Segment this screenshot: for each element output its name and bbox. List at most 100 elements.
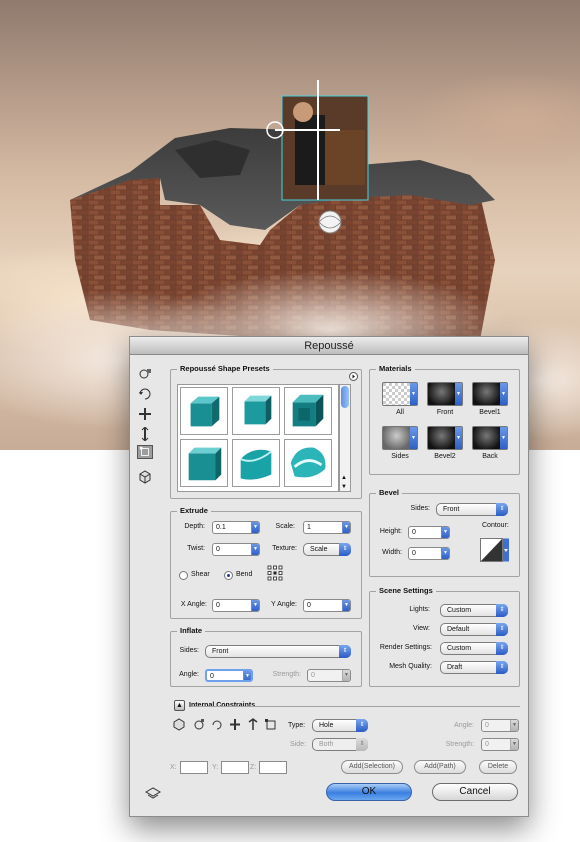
preset-twisted[interactable] bbox=[232, 439, 280, 487]
bevel-height-label: Height: bbox=[379, 528, 402, 535]
mesh-quality-label: Mesh Quality: bbox=[389, 663, 432, 670]
constraint-rotate-icon[interactable] bbox=[192, 718, 206, 731]
cancel-button[interactable]: Cancel bbox=[432, 783, 518, 801]
materials-panel: Materials ▼ All ▼ Front ▼ Bevel1 ▼ Sides… bbox=[369, 364, 520, 475]
preset-grid bbox=[177, 384, 339, 492]
preset-wave[interactable] bbox=[284, 439, 332, 487]
x-coord-label: X: bbox=[170, 764, 177, 771]
material-bevel2-swatch[interactable]: ▼ bbox=[427, 426, 463, 450]
constraint-side-label: Side: bbox=[290, 741, 306, 748]
material-front-swatch[interactable]: ▼ bbox=[427, 382, 463, 406]
roll-object-tool-icon[interactable] bbox=[137, 387, 153, 401]
delete-button[interactable]: Delete bbox=[479, 760, 517, 774]
preset-box-frame[interactable] bbox=[284, 387, 332, 435]
constraint-drag-icon[interactable] bbox=[228, 718, 242, 731]
circle-arrow-icon[interactable] bbox=[349, 372, 358, 381]
shear-radio[interactable] bbox=[179, 571, 188, 580]
depth-field[interactable]: 0.1 ▼ bbox=[212, 521, 260, 534]
z-coord-label: Z: bbox=[250, 764, 257, 771]
constraint-strength-field[interactable]: 0 ▼ bbox=[481, 738, 519, 751]
constraint-angle-field[interactable]: 0 ▼ bbox=[481, 719, 519, 732]
inflate-angle-field[interactable]: 0 ▼ bbox=[205, 669, 253, 682]
preset-cube[interactable] bbox=[180, 387, 228, 435]
scale-object-tool-icon[interactable] bbox=[137, 445, 153, 459]
extrude-panel: Extrude Depth: 0.1 ▼ Scale: 1 ▼ Twist: 0 ▼ … bbox=[170, 506, 362, 619]
z-coord-field[interactable] bbox=[259, 761, 287, 774]
y-coord-label: Y: bbox=[212, 764, 219, 771]
twist-field[interactable]: 0 ▼ bbox=[212, 543, 260, 556]
scale-field[interactable]: 1 ▼ bbox=[303, 521, 351, 534]
render-settings-label: Render Settings: bbox=[379, 644, 432, 651]
constraints-toggle-button[interactable]: ▲ bbox=[174, 700, 185, 711]
add-selection-button[interactable]: Add(Selection) bbox=[341, 760, 403, 774]
texture-label: Texture: bbox=[272, 545, 297, 552]
material-all-swatch[interactable]: ▼ bbox=[382, 382, 418, 406]
contour-label: Contour: bbox=[482, 522, 509, 529]
y-angle-label: Y Angle: bbox=[271, 601, 297, 608]
contour-picker[interactable] bbox=[480, 538, 510, 562]
preset-tall-box[interactable] bbox=[180, 439, 228, 487]
inflate-panel: Inflate Sides: Front ⇕ Angle: 0 ▼ Strength… bbox=[170, 626, 362, 687]
render-settings-popup[interactable]: Custom ⇕ bbox=[440, 642, 508, 655]
constraint-side-popup[interactable]: Both ⇕ bbox=[312, 738, 368, 751]
material-back-swatch[interactable]: ▼ bbox=[472, 426, 508, 450]
materials-title: Materials bbox=[376, 364, 415, 374]
constraint-type-popup[interactable]: Hole ⇕ bbox=[312, 719, 368, 732]
view-label: View: bbox=[413, 625, 430, 632]
add-path-button[interactable]: Add(Path) bbox=[414, 760, 466, 774]
preset-bevel-cube[interactable] bbox=[232, 387, 280, 435]
slide-object-tool-icon[interactable] bbox=[137, 427, 153, 441]
repousse-dialog: Repoussé Repoussé Shape Presets ▲ ▼ Mate… bbox=[129, 336, 529, 817]
preset-scrollbar[interactable]: ▲ ▼ bbox=[339, 384, 351, 492]
bend-radio[interactable] bbox=[224, 571, 233, 580]
bevel-title: Bevel bbox=[376, 488, 403, 498]
material-all-label: All bbox=[396, 409, 404, 416]
constraint-slide-icon[interactable] bbox=[246, 718, 260, 731]
inflate-strength-field[interactable]: 0 ▼ bbox=[307, 669, 351, 682]
mesh-quality-popup[interactable]: Draft ⇕ bbox=[440, 661, 508, 674]
constraint-type-label: Type: bbox=[288, 722, 306, 729]
y-angle-field[interactable]: 0 ▼ bbox=[303, 599, 351, 612]
scale-label: Scale: bbox=[275, 523, 295, 530]
bevel-height-field[interactable]: 0 ▼ bbox=[408, 526, 450, 539]
x-angle-label: X Angle: bbox=[180, 601, 207, 608]
inflate-angle-label: Angle: bbox=[179, 671, 199, 678]
dialog-title[interactable]: Repoussé bbox=[130, 337, 528, 355]
bend-label: Bend bbox=[236, 571, 253, 578]
x-angle-field[interactable]: 0 ▼ bbox=[212, 599, 260, 612]
extrude-title: Extrude bbox=[177, 506, 211, 516]
texture-popup[interactable]: Scale ⇕ bbox=[303, 543, 351, 556]
depth-label: Depth: bbox=[184, 523, 205, 530]
ok-button[interactable]: OK bbox=[326, 783, 412, 801]
bevel-width-label: Width: bbox=[382, 549, 402, 556]
bevel-sides-popup[interactable]: Front ⇕ bbox=[436, 503, 508, 516]
constraint-object-icon[interactable] bbox=[172, 718, 186, 731]
drag-object-tool-icon[interactable] bbox=[137, 407, 153, 421]
bevel-width-field[interactable]: 0 ▼ bbox=[408, 547, 450, 560]
constraints-divider bbox=[191, 706, 520, 707]
constraint-angle-label: Angle: bbox=[454, 722, 474, 729]
3d-camera-tool-icon[interactable] bbox=[137, 470, 153, 484]
inflate-strength-label: Strength: bbox=[272, 671, 301, 678]
x-coord-field[interactable] bbox=[180, 761, 208, 774]
constraint-scale-icon[interactable] bbox=[264, 718, 278, 731]
y-coord-field[interactable] bbox=[221, 761, 249, 774]
bevel-sides-label: Sides: bbox=[410, 505, 430, 512]
view-popup[interactable]: Default ⇕ bbox=[440, 623, 508, 636]
presets-panel: Repoussé Shape Presets ▲ ▼ bbox=[170, 364, 362, 499]
constraint-roll-icon[interactable] bbox=[210, 718, 224, 731]
material-bevel1-label: Bevel1 bbox=[479, 409, 501, 416]
material-sides-label: Sides bbox=[391, 453, 409, 460]
inflate-sides-popup[interactable]: Front ⇕ bbox=[205, 645, 351, 658]
reference-point-grid-icon[interactable] bbox=[267, 565, 283, 581]
scene-settings-panel: Scene Settings Lights: Custom ⇕ View: Def… bbox=[369, 586, 520, 687]
mesh-preview-icon[interactable] bbox=[144, 786, 162, 800]
presets-title: Repoussé Shape Presets bbox=[177, 364, 273, 374]
inflate-sides-label: Sides: bbox=[179, 647, 199, 654]
inflate-title: Inflate bbox=[177, 626, 206, 636]
material-sides-swatch[interactable]: ▼ bbox=[382, 426, 418, 450]
lights-popup[interactable]: Custom ⇕ bbox=[440, 604, 508, 617]
material-bevel1-swatch[interactable]: ▼ bbox=[472, 382, 508, 406]
rotate-object-tool-icon[interactable] bbox=[137, 367, 153, 381]
lights-label: Lights: bbox=[409, 606, 430, 613]
